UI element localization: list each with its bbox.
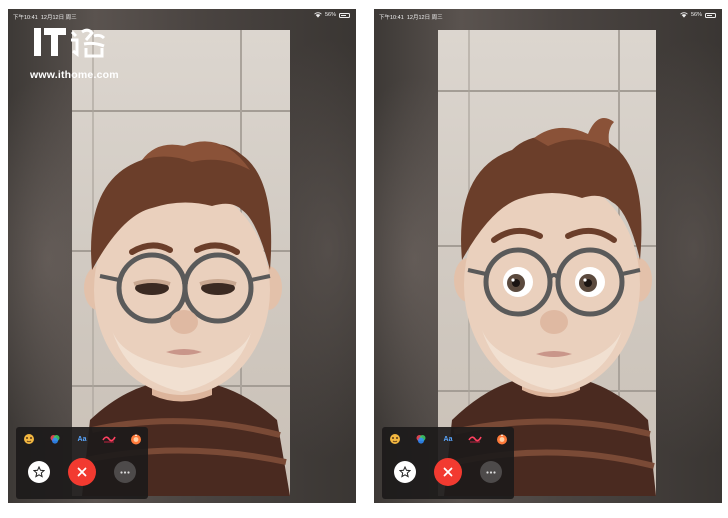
battery-icon [705, 12, 716, 18]
effects-row: Aa [20, 431, 144, 447]
shapes-icon[interactable] [466, 433, 483, 446]
status-time: 下午10:41 12月12日 周三 [379, 15, 443, 21]
call-buttons [16, 456, 148, 488]
close-icon [77, 467, 87, 477]
effects-button[interactable] [394, 461, 416, 483]
close-icon [443, 467, 453, 477]
status-right: 56% [314, 12, 350, 18]
more-button[interactable] [114, 461, 136, 483]
ithome-logo [34, 28, 106, 58]
facetime-controls: Aa [16, 427, 148, 499]
status-bar: 下午10:41 12月12日 周三 56% [374, 9, 722, 25]
star-icon [33, 466, 45, 478]
text-icon[interactable]: Aa [440, 433, 457, 446]
battery-percent: 56% [324, 12, 336, 18]
animoji-icon[interactable] [20, 433, 37, 446]
shapes-icon[interactable] [100, 433, 117, 446]
stickers-icon[interactable] [493, 433, 510, 446]
more-icon [486, 470, 496, 474]
ipad-screen-right: 下午10:41 12月12日 周三 56% Aa [374, 9, 722, 503]
filters-icon[interactable] [47, 433, 64, 446]
end-call-button[interactable] [434, 458, 462, 486]
call-buttons [382, 456, 514, 488]
filters-icon[interactable] [413, 433, 430, 446]
battery-percent: 56% [690, 12, 702, 18]
wifi-icon [314, 12, 322, 18]
facetime-controls: Aa [382, 427, 514, 499]
ipad-screen-left: 下午10:41 12月12日 周三 56% Aa [8, 9, 356, 503]
star-icon [399, 466, 411, 478]
wifi-icon [680, 12, 688, 18]
effects-row: Aa [386, 431, 510, 447]
status-bar: 下午10:41 12月12日 周三 56% [8, 9, 356, 25]
more-button[interactable] [480, 461, 502, 483]
status-right: 56% [680, 12, 716, 18]
animoji-icon[interactable] [386, 433, 403, 446]
text-icon[interactable]: Aa [74, 433, 91, 446]
status-time: 下午10:41 12月12日 周三 [13, 15, 77, 21]
stickers-icon[interactable] [127, 433, 144, 446]
effects-button[interactable] [28, 461, 50, 483]
more-icon [120, 470, 130, 474]
end-call-button[interactable] [68, 458, 96, 486]
battery-icon [339, 12, 350, 18]
watermark-url: www.ithome.com [30, 69, 119, 81]
